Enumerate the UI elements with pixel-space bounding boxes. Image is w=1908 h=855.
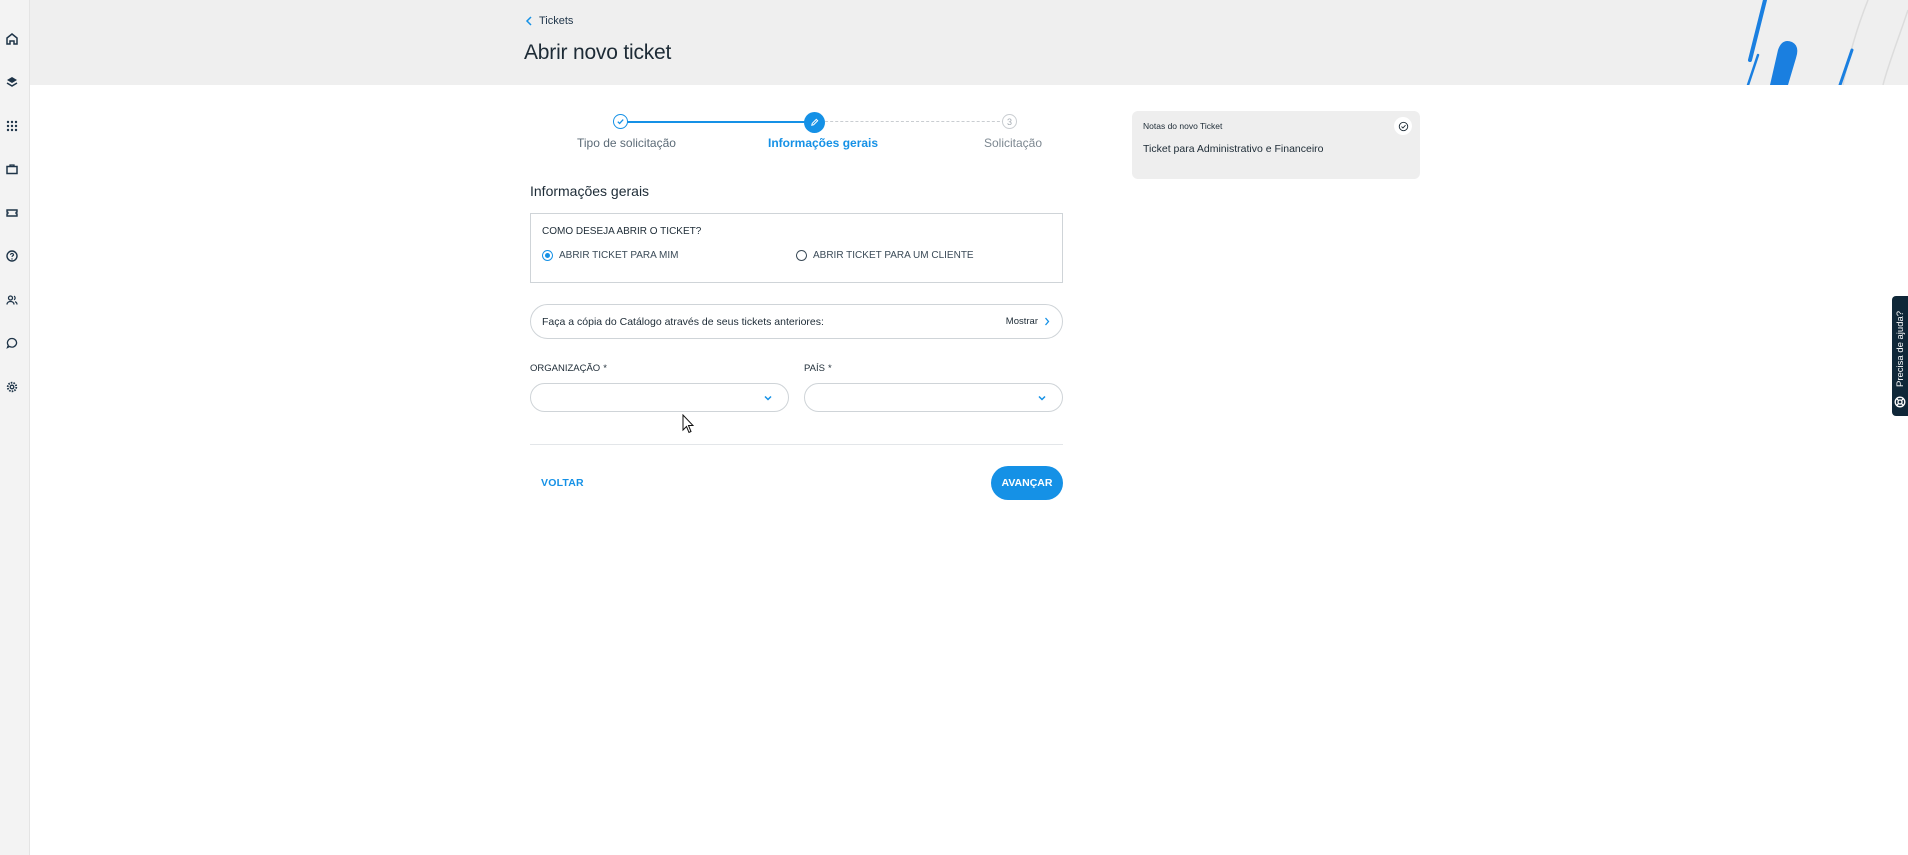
grid-icon[interactable]	[5, 119, 19, 133]
required-mark: *	[827, 363, 832, 374]
step-1-check-icon[interactable]	[613, 114, 628, 129]
country-label: PAÍS *	[804, 363, 832, 374]
breadcrumb-tickets[interactable]: Tickets	[539, 15, 573, 27]
help-icon[interactable]	[5, 249, 19, 263]
notes-body: Ticket para Administrativo e Financeiro	[1143, 143, 1324, 155]
show-button[interactable]: Mostrar	[1006, 316, 1050, 327]
organization-select[interactable]	[530, 383, 789, 412]
step-3-number[interactable]: 3	[1002, 114, 1017, 129]
step-2-pencil-icon[interactable]	[804, 112, 825, 133]
radio-option-label: ABRIR TICKET PARA MIM	[559, 250, 679, 261]
country-label-text: PAÍS	[804, 363, 825, 374]
page-header: Tickets Abrir novo ticket	[30, 0, 1908, 85]
back-button[interactable]: VOLTAR	[541, 477, 584, 489]
radio-option-for-me[interactable]: ABRIR TICKET PARA MIM	[542, 250, 678, 261]
radio-checked-icon[interactable]	[542, 250, 553, 261]
radio-question: COMO DESEJA ABRIR O TICKET?	[542, 226, 702, 237]
check-circle-icon[interactable]	[1394, 117, 1412, 135]
copy-catalog-text: Faça a cópia do Catálogo através de seus…	[542, 316, 824, 328]
radio-option-for-client[interactable]: ABRIR TICKET PARA UM CLIENTE	[796, 250, 974, 261]
chevron-down-icon	[764, 395, 772, 401]
chevron-left-icon	[525, 16, 532, 26]
section-title: Informações gerais	[530, 183, 650, 199]
mouse-cursor-icon	[682, 414, 694, 434]
briefcase-icon[interactable]	[5, 162, 19, 176]
breadcrumb[interactable]: Tickets	[525, 15, 573, 27]
page-title: Abrir novo ticket	[524, 41, 672, 64]
help-tab[interactable]: Precisa de ajuda?	[1892, 296, 1908, 416]
stepper-line-complete	[620, 121, 815, 123]
required-mark: *	[603, 363, 607, 374]
chevron-right-icon	[1045, 317, 1050, 326]
settings-icon[interactable]	[5, 380, 19, 394]
chevron-down-icon	[1038, 395, 1046, 401]
stepper: 3 Tipo de solicitação Informações gerais…	[540, 112, 1042, 152]
sidebar	[0, 0, 30, 855]
radio-option-label: ABRIR TICKET PARA UM CLIENTE	[813, 250, 974, 261]
users-icon[interactable]	[5, 293, 19, 307]
step-2-label[interactable]: Informações gerais	[768, 136, 878, 150]
form-divider	[530, 444, 1063, 445]
notes-title: Notas do novo Ticket	[1143, 121, 1223, 131]
organization-label: ORGANIZAÇÃO *	[530, 363, 607, 374]
copy-catalog-bar: Faça a cópia do Catálogo através de seus…	[530, 304, 1063, 339]
ticket-icon[interactable]	[5, 206, 19, 220]
country-select[interactable]	[804, 383, 1063, 412]
ticket-mode-group: COMO DESEJA ABRIR O TICKET? ABRIR TICKET…	[530, 213, 1063, 283]
notes-card: Notas do novo Ticket Ticket para Adminis…	[1132, 111, 1420, 179]
stepper-line-pending	[815, 121, 1010, 122]
lifebuoy-icon	[1894, 396, 1906, 408]
next-button[interactable]: AVANÇAR	[991, 466, 1063, 500]
radio-unchecked-icon[interactable]	[796, 250, 807, 261]
step-3-label[interactable]: Solicitação	[984, 136, 1042, 150]
show-label: Mostrar	[1005, 316, 1038, 327]
organization-label-text: ORGANIZAÇÃO	[530, 363, 601, 374]
home-icon[interactable]	[5, 32, 19, 46]
header-decoration	[1746, 0, 1908, 85]
step-1-label[interactable]: Tipo de solicitação	[577, 136, 676, 150]
chat-icon[interactable]	[5, 336, 19, 350]
help-label: Precisa de ajuda?	[1895, 310, 1906, 387]
layers-icon[interactable]	[5, 75, 19, 89]
